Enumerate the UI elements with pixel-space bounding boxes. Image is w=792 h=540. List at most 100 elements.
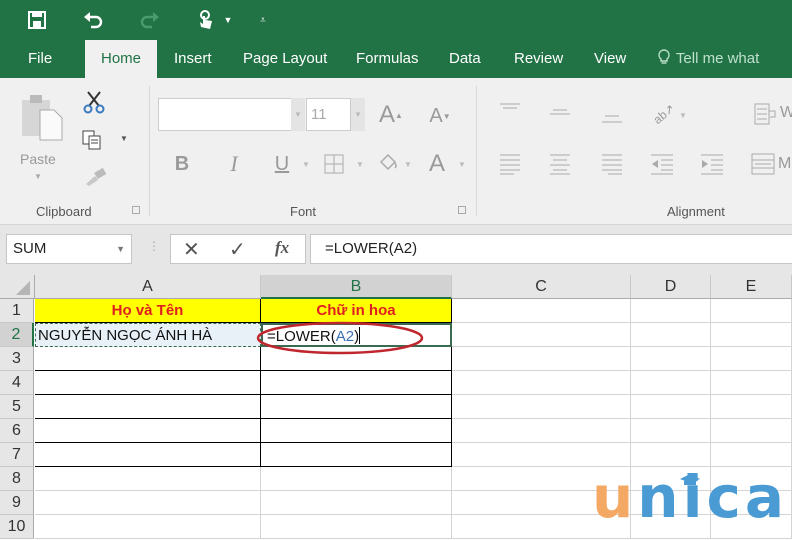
merge-center-label[interactable]: M (778, 155, 791, 173)
customize-qat-icon[interactable]: ⩡ (256, 6, 270, 34)
row-header-3[interactable]: 3 (0, 347, 34, 371)
cell-c5[interactable] (452, 395, 631, 419)
cell-b6[interactable] (261, 419, 452, 443)
fill-color-dropdown-icon[interactable]: ▼ (404, 160, 412, 169)
formula-bar-grip-icon[interactable]: ⋮ (148, 239, 160, 259)
column-header-c[interactable]: C (452, 275, 631, 299)
row-header-4[interactable]: 4 (0, 371, 34, 395)
paste-dropdown-icon[interactable]: ▼ (34, 172, 42, 181)
cell-d1[interactable] (631, 299, 711, 323)
row-header-9[interactable]: 9 (0, 491, 34, 515)
merge-center-icon[interactable] (750, 152, 776, 176)
cell-b7[interactable] (261, 443, 452, 467)
cell-c3[interactable] (452, 347, 631, 371)
cell-a4[interactable] (35, 371, 261, 395)
format-painter-icon[interactable] (82, 166, 108, 190)
align-right-icon[interactable] (600, 152, 624, 176)
row-header-10[interactable]: 10 (0, 515, 34, 539)
align-left-icon[interactable] (498, 152, 522, 176)
cell-b8[interactable] (261, 467, 452, 491)
cell-e4[interactable] (711, 371, 792, 395)
font-name-dropdown-icon[interactable]: ▼ (291, 98, 305, 131)
bold-button[interactable]: B (170, 150, 194, 178)
column-header-a[interactable]: A (35, 275, 261, 299)
insert-function-button[interactable]: fx (275, 238, 289, 258)
cell-e1[interactable] (711, 299, 792, 323)
font-size-input[interactable]: 11 (306, 98, 351, 131)
cell-e2[interactable] (711, 323, 792, 347)
decrease-font-icon[interactable]: A ▼ (428, 102, 452, 130)
align-center-icon[interactable] (548, 152, 572, 176)
clipboard-launcher-icon[interactable] (132, 206, 140, 214)
orientation-icon[interactable]: ab↗ (646, 96, 683, 132)
row-header-5[interactable]: 5 (0, 395, 34, 419)
cell-a8[interactable] (35, 467, 261, 491)
select-all-button[interactable] (0, 275, 35, 299)
cell-b5[interactable] (261, 395, 452, 419)
tab-file[interactable]: File (14, 40, 66, 78)
enter-button[interactable]: ✓ (229, 237, 246, 262)
cell-e3[interactable] (711, 347, 792, 371)
cell-c6[interactable] (452, 419, 631, 443)
font-size-dropdown-icon[interactable]: ▼ (351, 98, 365, 131)
borders-icon[interactable] (322, 152, 346, 176)
tell-me-box[interactable]: Tell me what you (644, 40, 792, 105)
cell-b10[interactable] (261, 515, 452, 539)
cell-a9[interactable] (35, 491, 261, 515)
redo-icon[interactable] (137, 6, 163, 34)
cell-a5[interactable] (35, 395, 261, 419)
row-header-2[interactable]: 2 (0, 323, 34, 347)
tab-data[interactable]: Data (435, 40, 495, 78)
tab-view[interactable]: View (580, 40, 640, 78)
cell-d4[interactable] (631, 371, 711, 395)
font-name-input[interactable] (158, 98, 292, 131)
bottom-align-icon[interactable] (600, 112, 624, 126)
row-header-7[interactable]: 7 (0, 443, 34, 467)
cell-a1[interactable]: Họ và Tên (35, 299, 261, 323)
undo-icon[interactable] (80, 6, 106, 34)
cell-b9[interactable] (261, 491, 452, 515)
copy-dropdown-icon[interactable]: ▼ (120, 134, 128, 143)
cell-a6[interactable] (35, 419, 261, 443)
increase-font-icon[interactable]: A ▲ (378, 100, 404, 130)
row-header-1[interactable]: 1 (0, 299, 34, 323)
formula-input[interactable]: =LOWER(A2) (310, 234, 792, 264)
fill-color-icon[interactable] (376, 150, 400, 176)
cell-d2[interactable] (631, 323, 711, 347)
row-header-8[interactable]: 8 (0, 467, 34, 491)
cell-a7[interactable] (35, 443, 261, 467)
cell-e6[interactable] (711, 419, 792, 443)
touch-mode-icon[interactable] (196, 6, 216, 34)
increase-indent-icon[interactable] (700, 152, 724, 176)
paste-icon[interactable] (20, 92, 64, 142)
cell-b3[interactable] (261, 347, 452, 371)
tab-review[interactable]: Review (500, 40, 577, 78)
cell-a10[interactable] (35, 515, 261, 539)
tab-insert[interactable]: Insert (160, 40, 226, 78)
cell-d3[interactable] (631, 347, 711, 371)
italic-button[interactable]: I (222, 150, 246, 178)
font-color-button[interactable]: A (424, 150, 450, 178)
paste-label[interactable]: Paste (20, 151, 56, 167)
name-box-dropdown-icon[interactable]: ▼ (116, 235, 125, 263)
column-header-b[interactable]: B (261, 275, 452, 299)
font-color-dropdown-icon[interactable]: ▼ (458, 160, 466, 169)
wrap-text-label[interactable]: W (780, 104, 792, 122)
tab-page-layout[interactable]: Page Layout (229, 40, 341, 78)
cancel-button[interactable]: ✕ (183, 237, 200, 262)
wrap-text-icon[interactable] (752, 102, 780, 126)
orientation-dropdown-icon[interactable]: ▼ (679, 111, 687, 120)
borders-dropdown-icon[interactable]: ▼ (356, 160, 364, 169)
cell-c2[interactable] (452, 323, 631, 347)
tab-home[interactable]: Home (85, 40, 157, 78)
middle-align-icon[interactable] (548, 106, 572, 120)
cell-a2[interactable]: NGUYỄN NGỌC ÁNH HÀ (35, 323, 261, 347)
underline-button[interactable]: U (270, 150, 294, 178)
underline-dropdown-icon[interactable]: ▼ (302, 160, 310, 169)
cell-c4[interactable] (452, 371, 631, 395)
touch-mode-dropdown-icon[interactable]: ▼ (222, 6, 234, 34)
tab-formulas[interactable]: Formulas (342, 40, 433, 78)
font-launcher-icon[interactable] (458, 206, 466, 214)
cell-b1[interactable]: Chữ in hoa (261, 299, 452, 323)
cell-d5[interactable] (631, 395, 711, 419)
